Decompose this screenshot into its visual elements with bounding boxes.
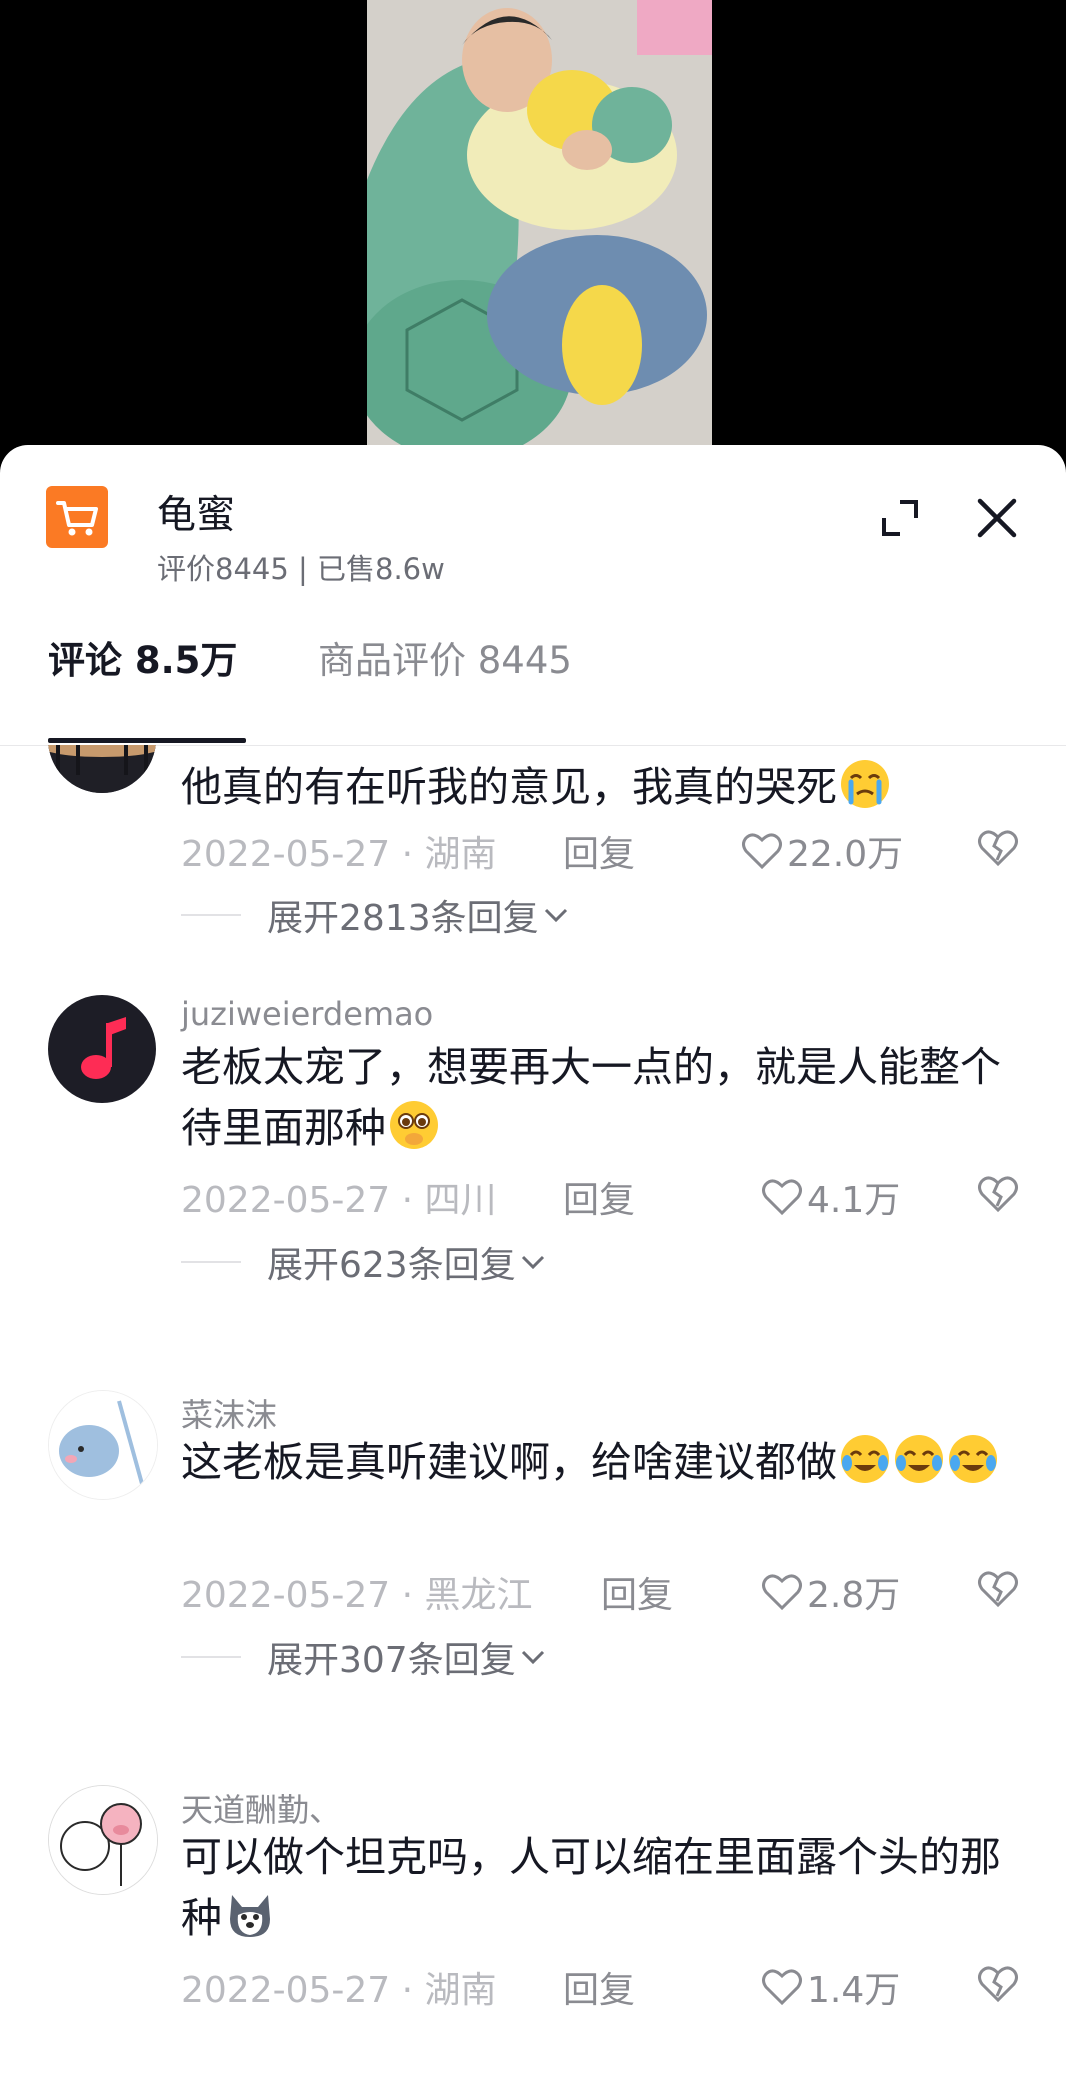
reply-button[interactable]: 回复 (563, 1961, 635, 2013)
tab-product-reviews[interactable]: 商品评价 8445 (318, 630, 572, 684)
comment-tabs: 评论 8.5万 商品评价 8445 (0, 630, 1066, 746)
comment-body: 这老板是真听建议啊，给啥建议都做 (181, 1438, 837, 1486)
expand-replies-button[interactable]: 展开623条回复 (181, 1237, 550, 1287)
comment-date-location: 2022-05-27 · 湖南 (181, 834, 497, 875)
comment-meta: 2022-05-27 · 黑龙江 回复 2.8万 (181, 1566, 1041, 1616)
comment-body: 可以做个坦克吗，人可以缩在里面露个头的那种 (181, 1833, 1001, 1942)
video-player[interactable] (0, 0, 1066, 450)
like-count: 22.0万 (787, 834, 904, 875)
chevron-down-icon (544, 908, 567, 923)
product-stats: 评价8445 | 已售8.6w (157, 552, 445, 586)
divider (181, 914, 241, 916)
comment-text: 这老板是真听建议啊，给啥建议都做 (181, 1432, 1021, 1493)
laugh-cry-emoji-icon (947, 1433, 999, 1485)
tab-comments[interactable]: 评论 8.5万 (48, 630, 237, 684)
avatar[interactable] (48, 995, 156, 1103)
divider (181, 1656, 241, 1658)
comment-username[interactable]: 菜沫沫 (181, 1390, 277, 1436)
video-frame[interactable] (367, 0, 712, 450)
comment-list[interactable]: 他真的有在听我的意见，我真的哭死 2022-05-27 · 湖南 回复 22.0… (0, 745, 1066, 2075)
expand-replies-label: 展开307条回复 (267, 1640, 516, 1681)
heart-icon (762, 1179, 802, 1216)
husky-emoji-icon (224, 1889, 276, 1941)
comment-date-location: 2022-05-27 · 湖南 (181, 1970, 497, 2011)
comment-body: 他真的有在听我的意见，我真的哭死 (181, 763, 837, 811)
product-header: 龟蜜 评价8445 | 已售8.6w (0, 445, 1066, 586)
like-count: 4.1万 (807, 1180, 901, 1221)
laugh-cry-emoji-icon (893, 1433, 945, 1485)
like-button[interactable]: 4.1万 (761, 1171, 900, 1223)
comment-username[interactable]: juziweierdemao (181, 995, 433, 1033)
shopping-cart-icon[interactable] (46, 486, 108, 548)
comment-text: 他真的有在听我的意见，我真的哭死 (181, 757, 1021, 818)
broken-heart-icon[interactable] (977, 1568, 1019, 1610)
fullscreen-icon[interactable] (878, 496, 922, 540)
reply-button[interactable]: 回复 (563, 1171, 635, 1223)
close-icon[interactable] (972, 493, 1022, 543)
broken-heart-icon[interactable] (977, 1963, 1019, 2005)
comment-username[interactable]: 天道酬勤、 (181, 1785, 341, 1831)
comment-text: 可以做个坦克吗，人可以缩在里面露个头的那种 (181, 1827, 1021, 1949)
comment-meta: 2022-05-27 · 四川 回复 4.1万 (181, 1171, 1041, 1221)
expand-replies-label: 展开623条回复 (267, 1245, 516, 1286)
broken-heart-icon[interactable] (977, 827, 1019, 869)
expand-replies-button[interactable]: 展开2813条回复 (181, 890, 573, 940)
comment-body: 老板太宠了，想要再大一点的，就是人能整个待里面那种 (181, 1043, 1001, 1152)
avatar[interactable] (48, 1390, 158, 1500)
like-button[interactable]: 22.0万 (741, 825, 903, 877)
heart-icon (762, 1969, 802, 2006)
like-count: 2.8万 (807, 1575, 901, 1616)
expand-replies-button[interactable]: 展开307条回复 (181, 1632, 550, 1682)
like-button[interactable]: 2.8万 (761, 1566, 900, 1618)
heart-icon (742, 833, 782, 870)
chevron-down-icon (521, 1650, 544, 1665)
crying-emoji-icon (839, 758, 891, 810)
divider (181, 1261, 241, 1263)
expand-replies-label: 展开2813条回复 (267, 898, 539, 939)
comments-sheet: 龟蜜 评价8445 | 已售8.6w 评论 8.5万 商品评价 8445 他真的… (0, 445, 1066, 2075)
laugh-cry-emoji-icon (839, 1433, 891, 1485)
broken-heart-icon[interactable] (977, 1173, 1019, 1215)
heart-icon (762, 1574, 802, 1611)
avatar[interactable] (48, 745, 156, 793)
reply-button[interactable]: 回复 (563, 825, 635, 877)
like-button[interactable]: 1.4万 (761, 1961, 900, 2013)
comment-text: 老板太宠了，想要再大一点的，就是人能整个待里面那种 (181, 1037, 1021, 1159)
avatar[interactable] (48, 1785, 158, 1895)
chevron-down-icon (521, 1255, 544, 1270)
comment-date-location: 2022-05-27 · 四川 (181, 1180, 497, 1221)
video-thumbnail-image (367, 0, 712, 450)
like-count: 1.4万 (807, 1970, 901, 2011)
product-title[interactable]: 龟蜜 (157, 484, 235, 540)
reply-button[interactable]: 回复 (601, 1566, 673, 1618)
comment-date-location: 2022-05-27 · 黑龙江 (181, 1575, 533, 1616)
comment-meta: 2022-05-27 · 湖南 回复 1.4万 (181, 1961, 1041, 2011)
active-tab-indicator (48, 738, 246, 743)
pleading-emoji-icon (388, 1099, 440, 1151)
comment-meta: 2022-05-27 · 湖南 回复 22.0万 (181, 825, 1041, 875)
